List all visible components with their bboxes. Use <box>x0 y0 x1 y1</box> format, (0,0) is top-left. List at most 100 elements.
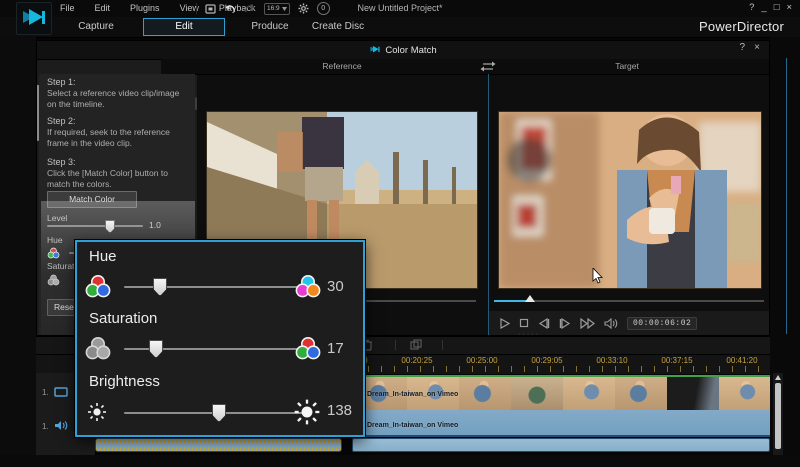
step-2-text: If required, seek to the reference frame… <box>47 127 185 148</box>
target-seekbar-thumb[interactable] <box>525 295 535 302</box>
popup-brightness-value: 138 <box>327 402 352 419</box>
sun-small-icon <box>87 402 107 422</box>
magnified-sliders-popup: Hue 30 Saturation 17 Brightness <box>75 240 365 437</box>
divider <box>395 340 396 350</box>
scroll-up-arrow-icon[interactable] <box>775 375 781 380</box>
minimize-button[interactable]: _ <box>761 0 766 17</box>
popup-saturation-value: 17 <box>327 340 344 357</box>
powerdirector-mini-icon <box>369 45 381 55</box>
popup-saturation-slider-thumb[interactable] <box>149 340 163 358</box>
menu-plugins[interactable]: Plugins <box>128 0 162 17</box>
step-3-title: Step 3: <box>47 157 185 167</box>
tab-create-disc[interactable]: Create Disc <box>300 17 376 36</box>
previous-frame-button[interactable] <box>538 318 550 329</box>
close-button[interactable]: × <box>786 0 792 17</box>
step-1-text: Select a reference video clip/image on t… <box>47 88 185 109</box>
notification-badge[interactable]: 0 <box>317 2 330 15</box>
ruler-label: 00:29:05 <box>531 356 562 365</box>
tab-capture[interactable]: Capture <box>58 17 134 36</box>
settings-gear-icon[interactable] <box>298 3 309 14</box>
panel-divider <box>488 74 489 335</box>
app-help-button[interactable]: ? <box>749 0 754 17</box>
redo-icon[interactable] <box>244 4 256 14</box>
clip-thumbnail <box>563 377 615 410</box>
target-panel-label: Target <box>492 59 762 74</box>
target-video-preview <box>498 111 762 289</box>
reference-panel-label: Reference <box>197 59 487 74</box>
swap-panels-icon[interactable] <box>480 60 496 73</box>
play-button[interactable] <box>499 318 510 329</box>
menu-file[interactable]: File <box>58 0 77 17</box>
ruler-label: 00:41:20 <box>726 356 757 365</box>
hue-label: Hue <box>47 235 63 245</box>
clip-thumbnail <box>511 377 563 410</box>
aspect-ratio-value: 16:9 <box>267 5 280 12</box>
stop-button[interactable] <box>519 318 529 328</box>
video-clip-name: Dream_In-taiwan_on Vimeo <box>367 391 458 398</box>
menu-edit[interactable]: Edit <box>93 0 113 17</box>
ruler-label: 00:25:00 <box>466 356 497 365</box>
chevron-down-icon <box>282 7 287 11</box>
fast-forward-button[interactable] <box>580 318 595 329</box>
popup-brightness-slider-thumb[interactable] <box>212 404 226 422</box>
dialog-close-button[interactable]: × <box>754 42 760 53</box>
popup-saturation-label: Saturation <box>89 310 157 327</box>
maximize-button[interactable]: □ <box>774 0 780 17</box>
scrollbar-thumb[interactable] <box>775 383 781 449</box>
cmo-circles-icon <box>295 274 321 300</box>
level-label: Level <box>47 213 67 223</box>
divider <box>196 3 197 14</box>
video-track-number: 1. <box>42 388 49 397</box>
quick-toolbar: 16:9 0 <box>196 1 330 16</box>
level-slider[interactable] <box>47 225 143 227</box>
bottom-margin <box>0 455 800 467</box>
rgb-circles-icon <box>85 274 111 300</box>
match-color-button[interactable]: Match Color <box>47 191 137 208</box>
timeline-music-clip-2[interactable] <box>352 438 770 452</box>
gray-circles-icon <box>85 336 111 362</box>
clip-thumbnail <box>719 377 770 410</box>
clip-thumbnail <box>459 377 511 410</box>
volume-button[interactable] <box>604 318 618 329</box>
window-controls: ? _ □ × <box>749 0 792 17</box>
popup-hue-slider-thumb[interactable] <box>153 278 167 296</box>
left-margin <box>0 37 36 467</box>
dialog-resize-gripper[interactable]: ····· <box>509 331 549 338</box>
duplicate-icon[interactable] <box>410 339 422 351</box>
dialog-title-text: Color Match <box>385 45 436 56</box>
timeline-music-clip[interactable] <box>95 438 342 452</box>
clip-thumbnail <box>667 377 719 410</box>
sun-large-icon <box>294 399 320 425</box>
panel-edge-accent <box>786 58 787 334</box>
popup-hue-slider[interactable] <box>124 286 310 288</box>
step-1: Step 1: Select a reference video clip/im… <box>47 77 185 109</box>
audio-track-number: 1. <box>42 422 49 431</box>
popup-hue-label: Hue <box>89 248 117 265</box>
app-window: File Edit Plugins View Playback 16:9 <box>0 0 800 467</box>
step-1-title: Step 1: <box>47 77 185 87</box>
dialog-help-button[interactable]: ? <box>739 42 745 53</box>
popup-hue-value: 30 <box>327 278 344 295</box>
rgb-circles-icon <box>295 336 321 362</box>
gray-circles-icon <box>47 274 60 287</box>
divider <box>442 340 443 350</box>
step-2: Step 2: If required, seek to the referen… <box>47 116 185 148</box>
step-3-text: Click the [Match Color] button to match … <box>47 168 185 189</box>
level-value: 1.0 <box>149 220 161 230</box>
ruler-label: 00:33:10 <box>596 356 627 365</box>
tab-produce[interactable]: Produce <box>232 17 308 36</box>
clip-thumbnail <box>615 377 667 410</box>
aspect-ratio-dropdown[interactable]: 16:9 <box>264 3 290 15</box>
capture-room-icon[interactable] <box>205 4 216 14</box>
audio-clip-name: Dream_In-taiwan_on Vimeo <box>367 422 458 429</box>
tab-edit[interactable]: Edit <box>143 18 225 36</box>
step-2-title: Step 2: <box>47 116 185 126</box>
popup-brightness-label: Brightness <box>89 373 160 390</box>
next-frame-button[interactable] <box>559 318 571 329</box>
powerdirector-logo-icon <box>16 2 52 35</box>
step-3: Step 3: Click the [Match Color] button t… <box>47 157 185 189</box>
ruler-label: 00:37:15 <box>661 356 692 365</box>
undo-icon[interactable] <box>224 4 236 14</box>
video-track-icon <box>54 387 68 397</box>
dialog-title: Color Match <box>37 41 769 59</box>
